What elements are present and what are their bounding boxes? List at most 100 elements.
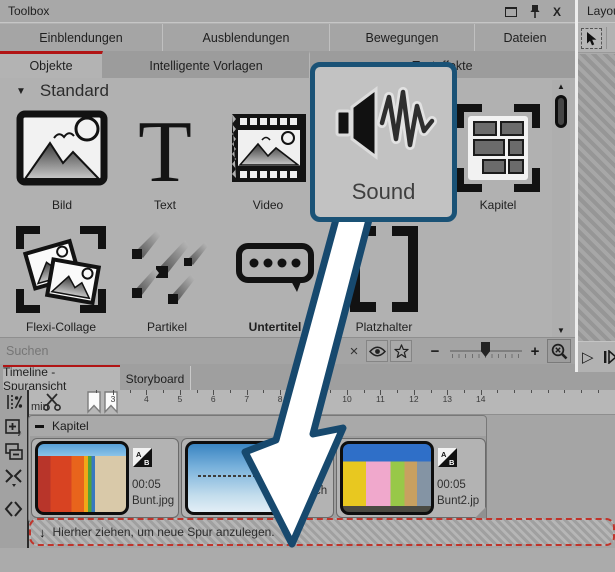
tab-storyboard[interactable]: Storyboard	[120, 365, 190, 391]
sound-speaker-icon	[331, 67, 437, 179]
tool-item-flexi-collage[interactable]: Flexi-Collage	[6, 220, 116, 334]
tool-item-text[interactable]: T Text	[113, 100, 217, 212]
timeline-panel: Timeline - Spuransicht Storyboard	[0, 364, 615, 572]
favorites-filter-button[interactable]	[390, 340, 412, 362]
svg-text:B: B	[144, 458, 150, 467]
toolbox-search-row: × − +	[0, 337, 575, 364]
tab-dateien[interactable]: Dateien	[475, 24, 575, 51]
transition-ab-badge[interactable]: A B	[438, 448, 457, 467]
new-track-drop-zone[interactable]: ↓ Hierher ziehen, um neue Spur anzulegen…	[29, 518, 615, 546]
clip-filename-fragment: ch	[315, 485, 327, 497]
particles-icon	[114, 220, 220, 317]
layout-canvas-hatched[interactable]	[578, 54, 615, 341]
timeline-clip-bunt2[interactable]: A B 00:05 Bunt2.jp	[336, 438, 486, 518]
toolbox-titlebar: Toolbox X	[0, 0, 575, 23]
ruler-number: 3	[111, 394, 116, 404]
skip-icon[interactable]	[604, 350, 615, 364]
ruler-number: 5	[177, 394, 182, 404]
ruler-tick	[548, 390, 549, 393]
drop-hint-text: Hierher ziehen, um neue Spur anzulegen.	[53, 525, 275, 539]
tool-item-platzhalter[interactable]: Platzhalter	[330, 220, 438, 334]
clip-thumbnail	[35, 441, 129, 515]
track-scale-button[interactable]	[2, 391, 25, 413]
dragged-sound-tile[interactable]: Sound	[310, 62, 457, 222]
down-arrow-icon: ↓	[39, 525, 46, 540]
remove-track-button[interactable]	[2, 440, 25, 462]
clip-filename: Bunt.jpg	[132, 495, 174, 507]
tool-item-bild[interactable]: Bild	[10, 100, 114, 212]
scroll-up-icon[interactable]: ▲	[552, 82, 570, 91]
collapse-tracks-button[interactable]	[2, 466, 25, 488]
window-controls: X	[505, 0, 561, 23]
scrollbar-thumb[interactable]	[555, 95, 567, 128]
close-icon[interactable]: X	[553, 6, 561, 18]
tool-item-kapitel[interactable]: Kapitel	[443, 100, 553, 212]
layout-toolbar	[578, 22, 615, 53]
ruler-tick	[431, 390, 432, 393]
collapse-chapter-button[interactable]	[34, 421, 44, 431]
tab-ausblendungen[interactable]: Ausblendungen	[163, 24, 330, 51]
timeline-tab-strip: Timeline - Spuransicht Storyboard	[0, 364, 615, 391]
thumbnail-size-slider[interactable]	[450, 338, 522, 365]
zoom-reset-button[interactable]	[547, 339, 571, 363]
collage-icon	[6, 220, 116, 317]
layout-panel: Layou ▷	[578, 0, 615, 372]
chapter-header: Kapitel	[29, 416, 486, 436]
svg-text:T: T	[138, 105, 192, 191]
clip-thumbnail	[340, 441, 434, 515]
tool-item-video[interactable]: Video	[216, 100, 320, 212]
tab-objekte[interactable]: Objekte	[0, 51, 103, 78]
ruler-number: 10	[342, 394, 351, 404]
expand-tracks-button[interactable]	[2, 498, 25, 520]
toolbox-scrollbar[interactable]: ▲ ▼	[552, 80, 570, 337]
tab-divider	[190, 366, 191, 390]
timeline-left-toolbar: ♪	[0, 390, 27, 572]
transition-ab-badge[interactable]: A B	[133, 448, 152, 467]
tab-bewegungen[interactable]: Bewegungen	[330, 24, 475, 51]
zoom-in-button[interactable]: +	[524, 340, 546, 362]
tool-item-partikel[interactable]: Partikel	[114, 220, 220, 334]
tab-intelligente-vorlagen[interactable]: Intelligente Vorlagen	[103, 51, 310, 78]
zoom-out-button[interactable]: −	[424, 340, 446, 362]
section-label: Standard	[40, 81, 109, 101]
chapter-container[interactable]: Kapitel A B 00:05 Bunt.jpg ch	[28, 415, 487, 523]
timeline-clip-bunt[interactable]: A B 00:05 Bunt.jpg	[31, 438, 179, 518]
watermark-text-line	[198, 475, 275, 477]
ruler-tick	[514, 390, 515, 393]
tab-einblendungen[interactable]: Einblendungen	[0, 24, 163, 51]
ruler-tick	[197, 390, 198, 393]
svg-text:♪: ♪	[17, 428, 22, 437]
visibility-filter-button[interactable]	[366, 340, 388, 362]
section-header-standard[interactable]: ▼ Standard	[0, 80, 545, 102]
tab-timeline-spuransicht[interactable]: Timeline - Spuransicht	[3, 365, 120, 391]
plus-icon: +	[531, 343, 540, 360]
ruler-tick	[364, 390, 365, 393]
timeline-clip-sky[interactable]: ch	[181, 438, 334, 518]
search-input[interactable]	[0, 338, 338, 364]
svg-text:A: A	[136, 450, 142, 459]
ruler-tick	[497, 390, 498, 393]
ruler-number: 14	[476, 394, 485, 404]
chapter-bricks-icon	[443, 100, 553, 195]
play-icon[interactable]: ▷	[582, 348, 594, 366]
pin-icon[interactable]	[530, 4, 540, 19]
toolbox-tab-row-2: Objekte Intelligente Vorlagen Texteffekt…	[0, 51, 575, 78]
collapse-triangle-icon: ▼	[16, 86, 26, 97]
eye-icon	[369, 346, 386, 357]
ruler-number: 4	[144, 394, 149, 404]
tool-item-untertitel[interactable]: Untertitel	[222, 220, 328, 334]
placeholder-brackets-icon	[330, 220, 438, 317]
add-track-button[interactable]: ♪	[2, 416, 25, 438]
panel-title: Toolbox	[8, 4, 49, 18]
ruler-tick	[263, 390, 264, 393]
select-tool-button[interactable]	[581, 28, 602, 49]
toolbox-tab-row-1: Einblendungen Ausblendungen Bewegungen D…	[0, 24, 575, 51]
svg-text:A: A	[441, 450, 447, 459]
subtitle-bubble-icon	[222, 220, 328, 317]
scroll-down-icon[interactable]: ▼	[552, 326, 570, 335]
magnifier-x-icon	[551, 343, 568, 360]
clear-search-button[interactable]: ×	[343, 340, 365, 362]
maximize-icon[interactable]	[505, 7, 517, 17]
ruler-tick	[531, 390, 532, 393]
timeline-ruler[interactable]: min 34567891011121314	[29, 390, 615, 415]
